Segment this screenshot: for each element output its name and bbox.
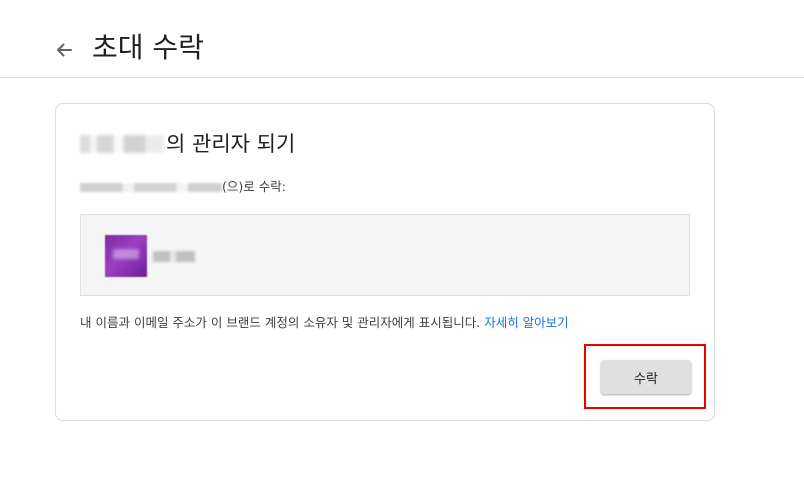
- card-title-suffix: 의 관리자 되기: [166, 132, 296, 156]
- visibility-notice: 내 이름과 이메일 주소가 이 브랜드 계정의 소유자 및 관리자에게 표시됩니…: [80, 314, 569, 332]
- learn-more-link[interactable]: 자세히 알아보기: [484, 315, 568, 330]
- user-email-redacted: [80, 182, 222, 192]
- arrow-left-icon: [57, 43, 72, 57]
- accept-as-line: (으)로 수락:: [80, 178, 286, 196]
- card-title: 의 관리자 되기: [80, 129, 295, 159]
- page-header: 초대 수락: [0, 0, 804, 78]
- accept-as-suffix: (으)로 수락:: [222, 179, 286, 194]
- back-button[interactable]: [50, 36, 78, 64]
- account-preview: [80, 214, 690, 296]
- brand-account-name-redacted: [80, 135, 164, 153]
- notice-text: 내 이름과 이메일 주소가 이 브랜드 계정의 소유자 및 관리자에게 표시됩니…: [80, 315, 485, 330]
- account-name-redacted: [153, 251, 195, 262]
- invitation-card: 의 관리자 되기 (으)로 수락: 내 이름과 이메일 주소가 이 브랜드 계정…: [55, 103, 715, 421]
- account-avatar: [105, 235, 147, 277]
- page-title: 초대 수락: [92, 31, 204, 64]
- accept-button[interactable]: 수락: [601, 360, 691, 394]
